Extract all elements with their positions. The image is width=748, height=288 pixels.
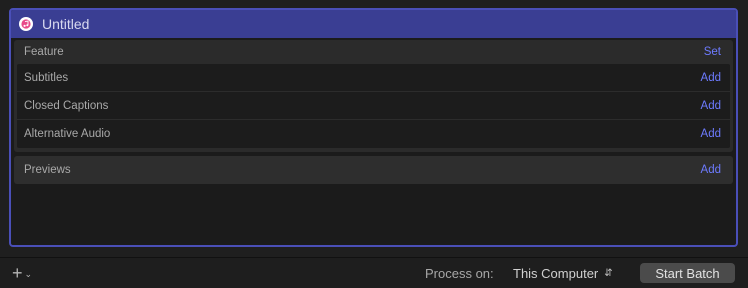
alternative-audio-add-link[interactable]: Add: [701, 128, 721, 140]
previews-add-link[interactable]: Add: [701, 164, 721, 176]
alternative-audio-row: Alternative Audio Add: [17, 120, 730, 148]
plus-icon: +: [12, 263, 23, 283]
subtitles-row: Subtitles Add: [17, 64, 730, 92]
batch-panel[interactable]: Untitled Feature Set Subtitles Add Close…: [9, 8, 738, 247]
process-on-select[interactable]: This Computer ⇵: [513, 266, 613, 281]
batch-title[interactable]: Untitled: [42, 16, 89, 32]
alternative-audio-label: Alternative Audio: [24, 128, 111, 140]
feature-set-link[interactable]: Set: [704, 46, 721, 58]
compressor-window: Untitled Feature Set Subtitles Add Close…: [0, 0, 748, 288]
updown-chevron-icon: ⇵: [604, 267, 613, 279]
batch-header[interactable]: Untitled: [11, 10, 736, 38]
process-on-value: This Computer: [513, 266, 599, 281]
closed-captions-label: Closed Captions: [24, 99, 109, 112]
chevron-down-icon: ⌄: [24, 268, 33, 279]
closed-captions-row: Closed Captions Add: [17, 92, 730, 120]
previews-header: Previews Add: [14, 156, 733, 184]
feature-header: Feature Set: [14, 40, 733, 64]
feature-label: Feature: [24, 46, 64, 58]
feature-rows: Subtitles Add Closed Captions Add Altern…: [17, 64, 730, 148]
bottom-toolbar: + ⌄ Process on: This Computer ⇵ Start Ba…: [0, 257, 748, 288]
previews-label: Previews: [24, 164, 71, 176]
start-batch-button[interactable]: Start Batch: [640, 263, 735, 283]
process-on-label: Process on:: [425, 266, 494, 281]
add-batch-button[interactable]: + ⌄: [12, 263, 33, 283]
previews-job[interactable]: Previews Add: [14, 156, 733, 184]
feature-job[interactable]: Feature Set Subtitles Add Closed Caption…: [14, 40, 733, 152]
subtitles-label: Subtitles: [24, 71, 69, 84]
closed-captions-add-link[interactable]: Add: [701, 100, 721, 112]
itunes-icon: [19, 17, 33, 31]
subtitles-add-link[interactable]: Add: [701, 72, 721, 84]
